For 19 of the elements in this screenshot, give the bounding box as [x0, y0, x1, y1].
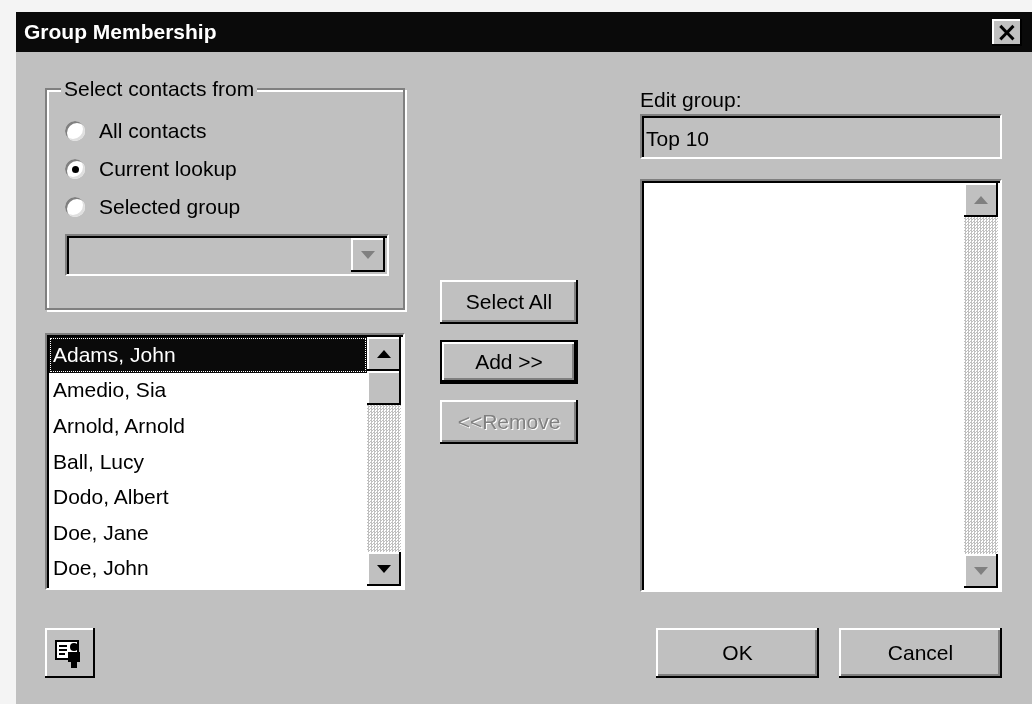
contact-item[interactable]: Amedio, Sia [49, 372, 367, 409]
action-button[interactable]: Select All [440, 280, 578, 324]
dialog-button[interactable]: OK [656, 628, 819, 678]
action-button[interactable]: Add >> [440, 340, 578, 384]
field-label: Edit group: [640, 88, 743, 112]
window-title: Group Membership [24, 20, 217, 44]
contact-item[interactable]: Doe, Jane [49, 514, 367, 551]
dialog-button[interactable]: Cancel [839, 628, 1002, 678]
radio-option[interactable]: Selected group [65, 190, 389, 224]
contacts-list[interactable]: Adams, John Amedio, Sia Arnold, Arnold Ball, Lucy Dodo, Albert Doe, Jane Doe, John [45, 333, 405, 590]
contact-item[interactable]: Adams, John [49, 337, 367, 373]
close-button[interactable]: × [992, 18, 1022, 46]
contact-item[interactable]: Dodo, Albert [49, 479, 367, 515]
contact-item[interactable]: Arnold, Arnold [49, 408, 367, 444]
contact-item[interactable]: Doe, John [49, 550, 367, 587]
radio-option[interactable]: All contacts [65, 114, 389, 148]
group-name-field[interactable]: Top 10 [640, 114, 1002, 159]
radio-option[interactable]: Current lookup [65, 152, 389, 186]
contact-item[interactable]: Ball, Lucy [49, 443, 367, 480]
